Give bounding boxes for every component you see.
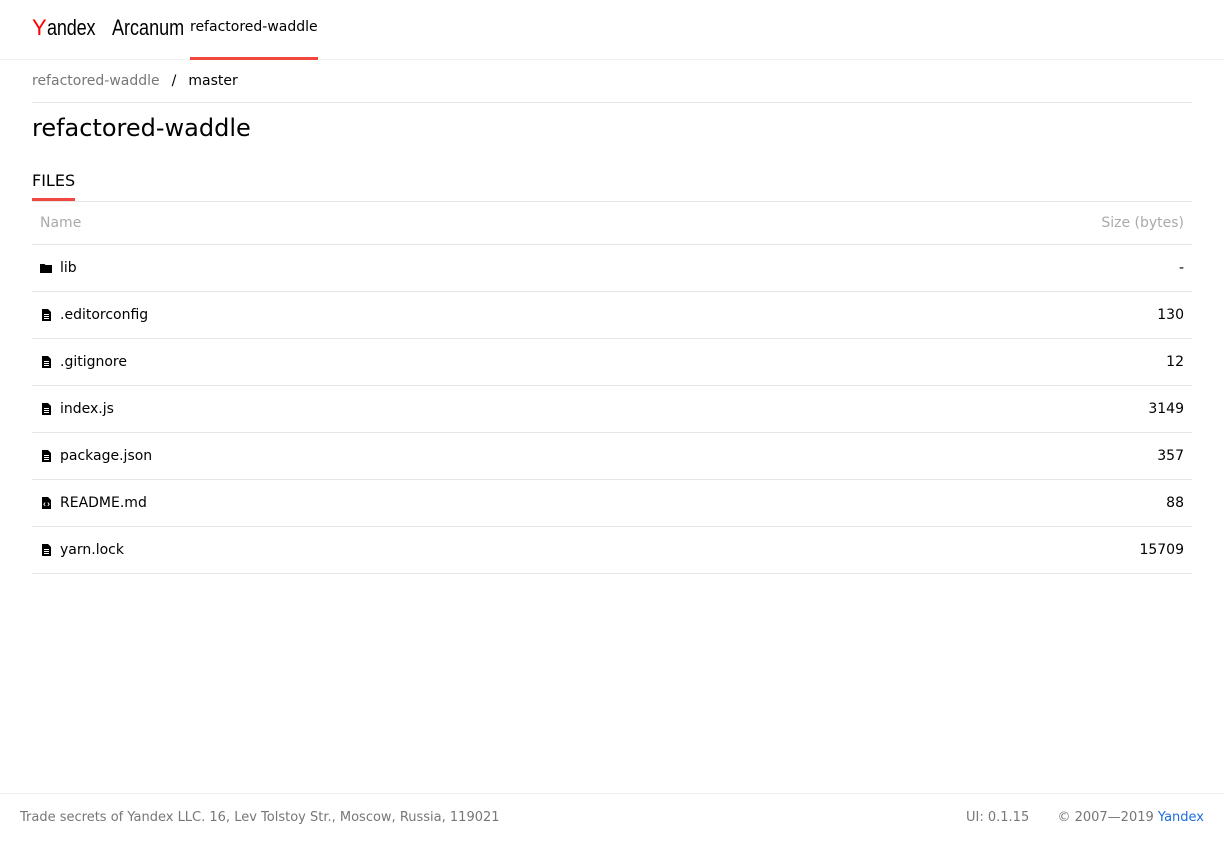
file-icon <box>40 309 52 321</box>
logo-product: Arcanum <box>111 15 184 40</box>
nav-tab-repo[interactable]: refactored-waddle <box>190 0 318 60</box>
file-size: 12 <box>1166 354 1184 370</box>
file-name[interactable]: index.js <box>60 401 114 417</box>
table-row[interactable]: yarn.lock 15709 <box>32 527 1192 574</box>
file-size: 3149 <box>1148 401 1184 417</box>
content-tabs: FILES <box>32 168 1192 202</box>
footer-copyright: © 2007—2019 Yandex <box>1057 810 1204 825</box>
yandex-arcanum-logo[interactable]: Yandex Arcanum <box>32 16 200 40</box>
logo-y: Y <box>32 15 47 40</box>
file-size: 357 <box>1157 448 1184 464</box>
tab-files[interactable]: FILES <box>32 168 76 201</box>
footer-copyright-text: © 2007—2019 <box>1057 810 1154 825</box>
folder-icon <box>40 262 52 274</box>
column-header-name[interactable]: Name <box>40 215 81 231</box>
file-size: 15709 <box>1139 542 1184 558</box>
table-row[interactable]: .gitignore 12 <box>32 339 1192 386</box>
code-file-icon <box>40 497 52 509</box>
table-row[interactable]: .editorconfig 130 <box>32 292 1192 339</box>
table-row[interactable]: index.js 3149 <box>32 386 1192 433</box>
file-icon <box>40 450 52 462</box>
file-name[interactable]: .gitignore <box>60 354 127 370</box>
file-icon <box>40 403 52 415</box>
file-size: - <box>1178 260 1184 276</box>
footer-yandex-link[interactable]: Yandex <box>1158 810 1204 825</box>
file-icon <box>40 356 52 368</box>
file-name[interactable]: lib <box>60 260 77 276</box>
footer: Trade secrets of Yandex LLC. 16, Lev Tol… <box>0 793 1224 844</box>
file-name[interactable]: package.json <box>60 448 152 464</box>
breadcrumb-repo-link[interactable]: refactored-waddle <box>32 73 160 89</box>
breadcrumb: refactored-waddle / master <box>32 60 1192 103</box>
file-name[interactable]: README.md <box>60 495 147 511</box>
breadcrumb-branch: master <box>188 73 238 89</box>
file-icon <box>40 544 52 556</box>
top-header: Yandex Arcanum refactored-waddle <box>0 0 1224 60</box>
breadcrumb-separator: / <box>171 73 177 89</box>
table-row[interactable]: lib - <box>32 245 1192 292</box>
table-row[interactable]: README.md 88 <box>32 480 1192 527</box>
file-name[interactable]: .editorconfig <box>60 307 148 323</box>
footer-trade-secrets: Trade secrets of Yandex LLC. 16, Lev Tol… <box>20 810 500 825</box>
file-size: 88 <box>1166 495 1184 511</box>
file-size: 130 <box>1157 307 1184 323</box>
footer-ui-version: UI: 0.1.15 <box>966 810 1030 825</box>
files-table: Name Size (bytes) lib - .editorconfig 13… <box>32 202 1192 574</box>
table-row[interactable]: package.json 357 <box>32 433 1192 480</box>
file-name[interactable]: yarn.lock <box>60 542 124 558</box>
page-title: refactored-waddle <box>32 114 251 142</box>
table-header: Name Size (bytes) <box>32 202 1192 245</box>
logo-andex: andex <box>46 15 96 40</box>
column-header-size[interactable]: Size (bytes) <box>1101 215 1184 231</box>
